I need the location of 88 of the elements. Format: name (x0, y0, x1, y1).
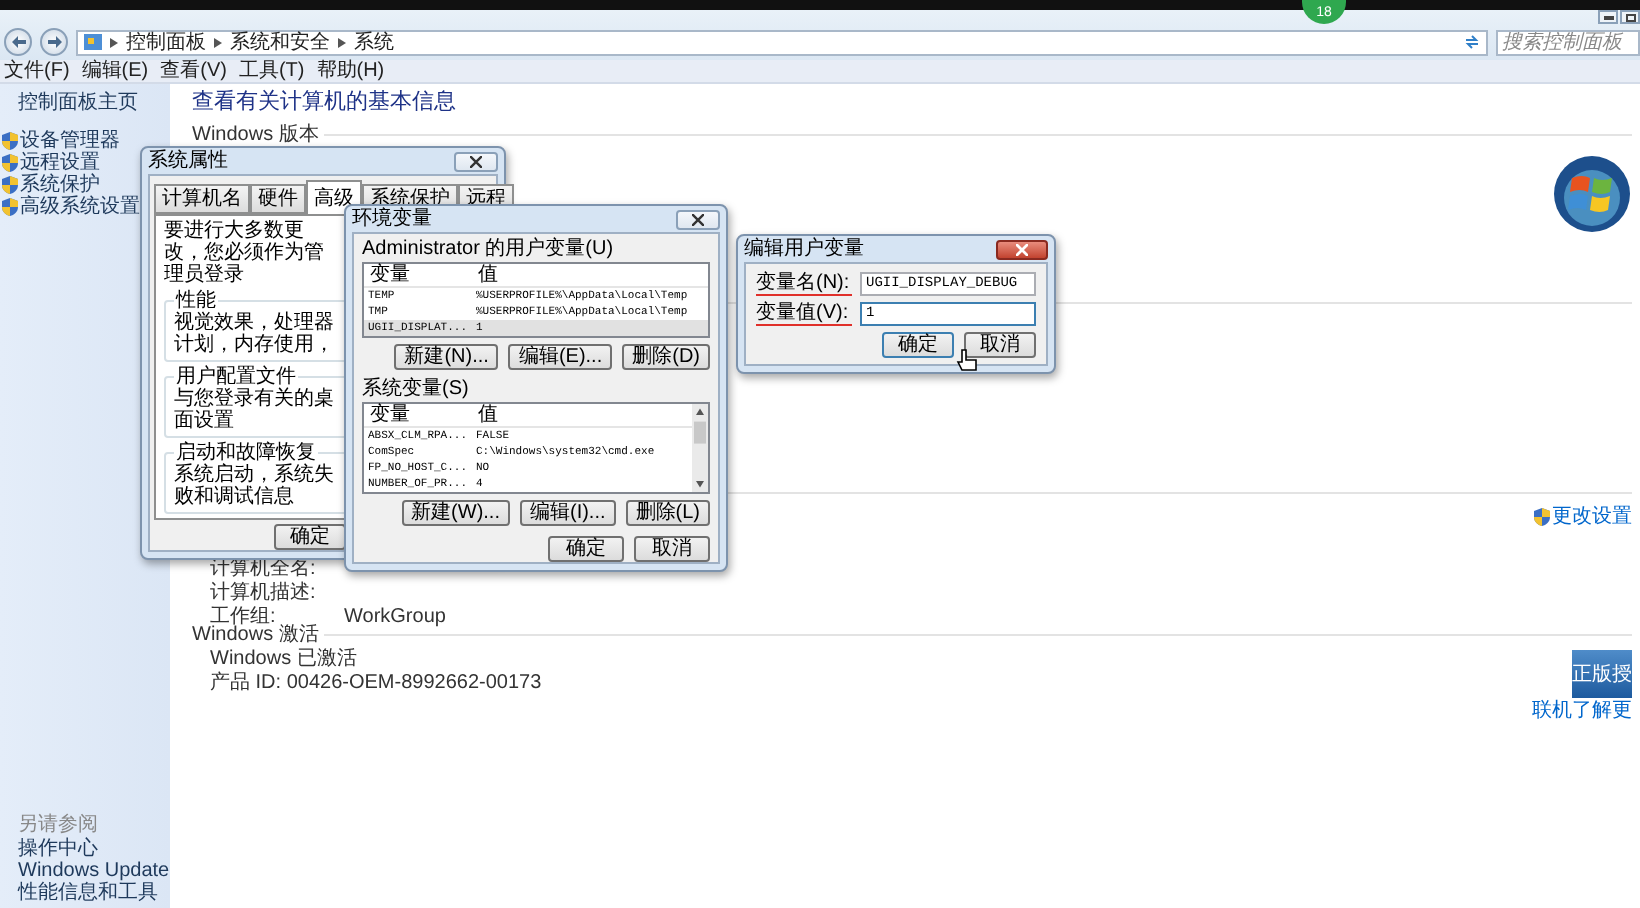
group-description: 与您登录有关的桌面设置 (174, 388, 336, 432)
column-header[interactable]: 值 (472, 264, 708, 286)
section-title: Windows 激活 (192, 623, 319, 645)
page-heading: 查看有关计算机的基本信息 (192, 90, 458, 116)
scrollbar[interactable] (692, 404, 708, 492)
dialog-button[interactable]: 编辑(I)... (519, 500, 616, 526)
field-value: WorkGroup (344, 606, 446, 628)
dialog-title: 编辑用户变量 (744, 238, 864, 260)
sidebar-link[interactable]: 控制面板主页 (18, 92, 138, 114)
cancel-button[interactable]: 取消 (964, 332, 1036, 358)
learn-more-link[interactable]: 联机了解更 (1532, 700, 1632, 722)
menu-item[interactable]: 查看(V) (160, 60, 227, 82)
back-button[interactable] (4, 28, 32, 56)
chevron-icon (338, 37, 346, 47)
close-icon (1016, 243, 1028, 255)
shield-icon (2, 132, 18, 150)
field-label: 变量名(N): (756, 273, 852, 295)
shield-icon (2, 176, 18, 194)
close-button[interactable] (454, 151, 498, 171)
ok-button[interactable]: 确定 (548, 536, 624, 562)
forward-button[interactable] (40, 28, 68, 56)
sidebar-link[interactable]: 高级系统设置 (20, 196, 140, 218)
sidebar-link[interactable]: 远程设置 (20, 152, 100, 174)
ok-button[interactable]: 确定 (274, 524, 346, 550)
shield-icon (2, 198, 18, 216)
dialog-button[interactable]: 新建(N)... (394, 344, 499, 370)
sidebar-link[interactable]: 操作中心 (18, 838, 98, 860)
minimize-icon (1603, 15, 1613, 19)
hand-cursor-icon (956, 348, 980, 372)
dialog-title: 系统属性 (148, 150, 228, 172)
dialog-button[interactable]: 删除(L) (625, 500, 710, 526)
forward-arrow-icon (47, 36, 61, 48)
group-label: 用户配置文件 (176, 366, 298, 388)
maximize-button[interactable] (1620, 10, 1640, 24)
column-header[interactable]: 变量 (364, 264, 472, 286)
tab[interactable]: 硬件 (250, 184, 306, 214)
dialog-button[interactable]: 编辑(E)... (508, 344, 613, 370)
sidebar-link[interactable]: 设备管理器 (20, 130, 120, 152)
group-description: 视觉效果，处理器计划，内存使用， (174, 312, 336, 356)
group-label: 性能 (175, 290, 218, 312)
group-description: 系统启动，系统失败和调试信息 (174, 464, 336, 508)
search-field[interactable]: 搜索控制面板 (1496, 29, 1640, 55)
breadcrumb-item[interactable]: 系统和安全 (230, 31, 330, 53)
notice-text: 要进行大多数更改，您必须作为管理员登录 (164, 220, 326, 286)
column-header[interactable]: 变量 (364, 404, 472, 426)
breadcrumb-item[interactable]: 控制面板 (126, 31, 206, 53)
close-icon (692, 213, 704, 225)
dialog-button[interactable]: 新建(W)... (401, 500, 510, 526)
section-title: Windows 版本 (192, 123, 319, 145)
sidebar-link[interactable]: 性能信息和工具 (18, 882, 158, 904)
cancel-button[interactable]: 取消 (634, 536, 710, 562)
refresh-icon[interactable] (1464, 34, 1480, 50)
group-label: 启动和故障恢复 (176, 442, 316, 464)
activation-text: 产品 ID: 00426-OEM-8992662-00173 (210, 672, 542, 694)
address-bar[interactable]: 控制面板 系统和安全 系统 (76, 29, 1488, 55)
chevron-icon (110, 37, 118, 47)
breadcrumb-item[interactable]: 系统 (354, 31, 394, 53)
group-label: 系统变量(S) (362, 378, 471, 400)
dialog-button[interactable]: 删除(D) (622, 344, 710, 370)
menu-item[interactable]: 文件(F) (4, 60, 70, 82)
maximize-icon (1625, 13, 1635, 21)
flag-logo (1552, 154, 1632, 234)
see-also-title: 另请参阅 (18, 814, 98, 836)
shield-icon (1534, 508, 1550, 526)
field-label: 工作组: (210, 606, 278, 628)
tab[interactable]: 计算机名 (154, 184, 250, 214)
genuine-badge: 正版授 (1572, 650, 1632, 698)
minimize-button[interactable] (1598, 10, 1618, 24)
change-settings-link[interactable]: 更改设置 (1534, 506, 1632, 528)
close-button[interactable] (676, 209, 720, 229)
ok-button[interactable]: 确定 (882, 332, 954, 358)
sidebar-link[interactable]: Windows Update (18, 860, 170, 882)
close-icon (470, 155, 482, 167)
menu-item[interactable]: 帮助(H) (316, 60, 385, 82)
sidebar-link[interactable]: 系统保护 (20, 174, 100, 196)
back-arrow-icon (11, 36, 25, 48)
activation-text: Windows 已激活 (210, 648, 359, 670)
control-panel-icon (84, 34, 102, 50)
chevron-icon (214, 37, 222, 47)
menu-item[interactable]: 工具(T) (238, 60, 305, 82)
close-button[interactable] (996, 239, 1048, 259)
field-label: 计算机描述: (210, 582, 318, 604)
dialog-title: 环境变量 (352, 208, 432, 230)
field-label: 变量值(V): (756, 303, 852, 325)
group-label: Administrator 的用户变量(U) (362, 238, 616, 260)
shield-icon (2, 154, 18, 172)
menu-item[interactable]: 编辑(E) (81, 60, 149, 82)
column-header[interactable]: 值 (472, 404, 692, 426)
